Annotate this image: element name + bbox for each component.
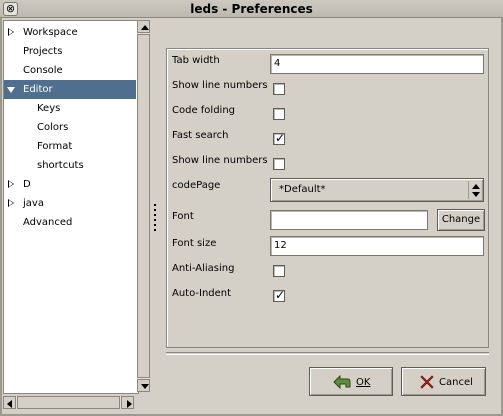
change-font-button[interactable]: Change xyxy=(437,209,485,231)
cancel-label: Cancel xyxy=(439,377,473,388)
grip-dot xyxy=(154,219,156,221)
tree-item-java[interactable]: java xyxy=(4,194,136,213)
grip-dot xyxy=(154,229,156,231)
anti-aliasing-label: Anti-Aliasing xyxy=(172,263,235,274)
scroll-thumb[interactable] xyxy=(17,396,120,409)
scroll-left-button[interactable] xyxy=(3,396,16,409)
show-line-numbers-checkbox[interactable] xyxy=(273,83,285,95)
tree-item-colors[interactable]: Colors xyxy=(4,118,136,137)
tree-item-label: D xyxy=(23,179,31,190)
arrow-right-icon xyxy=(127,400,132,408)
show-line-numbers-label: Show line numbers xyxy=(172,155,268,166)
show-line-numbers-label: Show line numbers xyxy=(172,80,268,91)
tree-item-keys[interactable]: Keys xyxy=(4,99,136,118)
checkmark-icon: ✓ xyxy=(275,288,286,302)
tree-item-label: Editor xyxy=(23,84,53,95)
checkmark-icon: ✓ xyxy=(275,131,286,145)
tree-item-shortcuts[interactable]: shortcuts xyxy=(4,156,136,175)
tree-item-label: shortcuts xyxy=(37,160,84,171)
tree-item-label: Keys xyxy=(37,103,61,114)
close-button[interactable]: ⊗ xyxy=(3,2,18,16)
cancel-x-icon xyxy=(420,375,434,389)
tree-item-workspace[interactable]: Workspace xyxy=(4,23,136,42)
close-icon: ⊗ xyxy=(5,2,16,15)
tree-item-editor[interactable]: Editor xyxy=(4,80,136,99)
ok-label: OK xyxy=(356,377,371,388)
scroll-right-button[interactable] xyxy=(121,396,134,409)
code-folding-label: Code folding xyxy=(172,105,236,116)
tree-item-projects[interactable]: Projects xyxy=(4,42,136,61)
expand-arrow-icon[interactable] xyxy=(8,28,14,36)
scroll-down-button[interactable] xyxy=(137,379,150,392)
tree-item-label: java xyxy=(23,198,44,209)
tree-item-label: Projects xyxy=(23,46,63,57)
spin-up-icon xyxy=(472,184,480,189)
spin-down-icon xyxy=(472,192,480,197)
show-line-numbers-checkbox[interactable] xyxy=(273,158,285,170)
grip-dot xyxy=(154,214,156,216)
tree-item-label: Format xyxy=(37,141,73,152)
tab-width-input[interactable]: 4 xyxy=(270,54,484,74)
tree-item-label: Colors xyxy=(37,122,69,133)
tree-item-label: Workspace xyxy=(23,27,78,38)
codepage-select[interactable]: *Default* xyxy=(270,178,484,202)
font-input[interactable] xyxy=(270,210,428,230)
font-label: Font xyxy=(172,211,194,222)
tree-item-label: Console xyxy=(23,65,63,76)
tree-vertical-scrollbar[interactable] xyxy=(137,20,150,392)
panel-separator xyxy=(166,352,489,355)
tab-width-label: Tab width xyxy=(172,55,220,66)
fast-search-label: Fast search xyxy=(172,130,229,141)
arrow-down-icon xyxy=(141,384,149,389)
collapse-arrow-icon[interactable] xyxy=(7,87,15,93)
auto-indent-label: Auto-Indent xyxy=(172,288,232,299)
fast-search-checkbox[interactable]: ✓ xyxy=(273,131,286,145)
tree-item-d[interactable]: D xyxy=(4,175,136,194)
preferences-tree: Workspace Projects Console Editor Keys C… xyxy=(3,20,139,394)
tree-item-advanced[interactable]: Advanced xyxy=(4,213,136,232)
scroll-up-button[interactable] xyxy=(137,20,150,33)
cancel-button[interactable]: Cancel xyxy=(401,367,486,396)
grip-dot xyxy=(154,224,156,226)
tree-horizontal-scrollbar[interactable] xyxy=(3,396,134,409)
ok-button[interactable]: OK xyxy=(309,367,393,396)
codepage-value: *Default* xyxy=(279,184,326,195)
window-title: leds - Preferences xyxy=(190,2,313,16)
expand-arrow-icon[interactable] xyxy=(8,180,14,188)
tree-item-format[interactable]: Format xyxy=(4,137,136,156)
font-size-input[interactable]: 12 xyxy=(270,236,484,256)
tree-item-label: Advanced xyxy=(23,217,73,228)
expand-arrow-icon[interactable] xyxy=(8,199,14,207)
font-size-label: Font size xyxy=(172,238,217,249)
grip-dot xyxy=(154,209,156,211)
pane-splitter[interactable] xyxy=(150,20,160,394)
scroll-thumb[interactable] xyxy=(137,34,150,378)
auto-indent-checkbox[interactable]: ✓ xyxy=(273,288,286,302)
codepage-label: codePage xyxy=(172,180,221,191)
ok-arrow-icon xyxy=(333,374,351,390)
select-divider xyxy=(468,181,469,199)
arrow-left-icon xyxy=(7,400,12,408)
code-folding-checkbox[interactable] xyxy=(273,108,285,120)
anti-aliasing-checkbox[interactable] xyxy=(273,265,285,277)
tree-item-console[interactable]: Console xyxy=(4,61,136,80)
arrow-up-icon xyxy=(141,25,149,30)
grip-icon xyxy=(154,204,156,206)
